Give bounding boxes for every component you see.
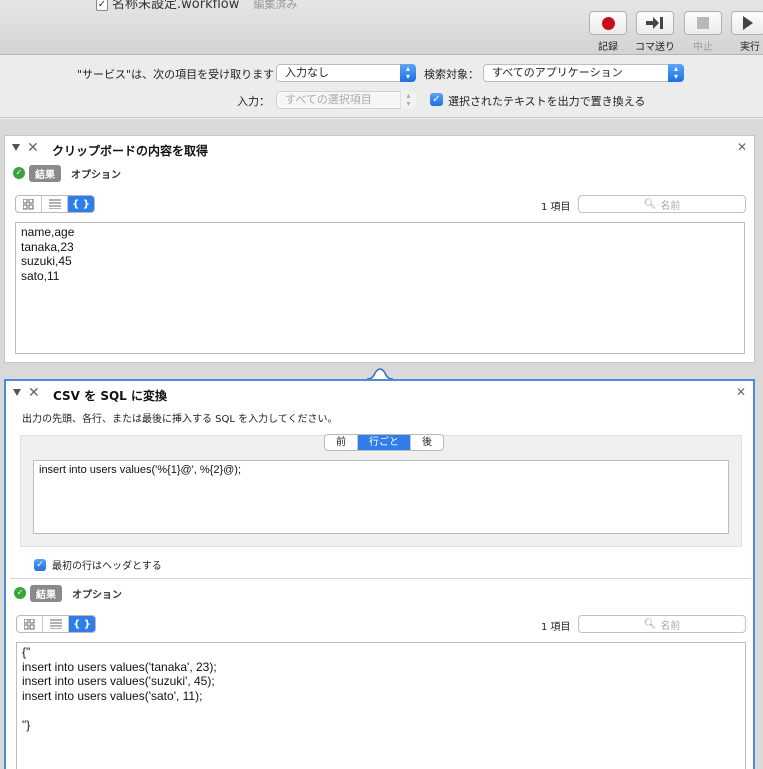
record-icon [601, 16, 615, 30]
replace-checkbox[interactable]: ✓ [430, 93, 443, 106]
target-popup[interactable]: すべてのアプリケーション ▴ ▾ [483, 64, 684, 82]
output-line: name,age [21, 225, 75, 239]
receives-label: "サービス"は、次の項目を受け取ります： [77, 68, 286, 81]
list-icon[interactable] [42, 196, 68, 212]
item-count: 1 項目 [541, 202, 571, 213]
output-line: insert into users values('tanaka', 23); [22, 659, 217, 674]
close-icon[interactable]: ✕ [736, 385, 746, 399]
action-get-clipboard[interactable]: ✕ クリップボードの内容を取得 ✕ ✓ 結果 オプション { } 1 項目 🔍︎… [4, 135, 755, 363]
stop-button[interactable] [684, 11, 722, 35]
popup-arrows-icon: ▴ ▾ [668, 64, 684, 82]
grid-icon[interactable] [17, 616, 43, 632]
segment-0[interactable]: 前 [325, 435, 358, 450]
result-tab[interactable]: 結果 [30, 584, 62, 602]
header-checkbox-label: 最初の行はヘッダとする [52, 561, 162, 572]
check-circle-icon: ✓ [13, 167, 25, 179]
tools-icon: ✕ [28, 385, 40, 401]
output-line: tanaka,23 [21, 239, 74, 254]
workflow-area: ✕ クリップボードの内容を取得 ✕ ✓ 結果 オプション { } 1 項目 🔍︎… [0, 119, 763, 769]
popup-arrows-icon: ▴ ▾ [400, 91, 416, 109]
code-icon[interactable]: { } [69, 616, 95, 632]
action-header: ✕ クリップボードの内容を取得 ✕ [5, 136, 754, 162]
run-button[interactable] [731, 11, 763, 35]
input-popup[interactable]: すべての選択項目 ▴ ▾ [276, 91, 416, 109]
search-icon: 🔍︎ [643, 618, 657, 630]
document-title: ✓ 名称未設定.workflow 編集済み [96, 0, 298, 12]
record-button[interactable] [589, 11, 627, 35]
popup-arrows-icon: ▴ ▾ [400, 64, 416, 82]
document-icon: ✓ [96, 0, 108, 11]
receives-popup[interactable]: 入力なし ▴ ▾ [276, 64, 416, 82]
check-circle-icon: ✓ [14, 587, 26, 599]
output-text[interactable]: {" insert into users values('tanaka', 23)… [16, 642, 746, 769]
output-line: suzuki,45 [21, 254, 72, 268]
sql-template-field[interactable]: insert into users values('%{1}@', %{2}@)… [33, 460, 729, 534]
disclosure-triangle-icon[interactable] [12, 144, 20, 151]
search-field[interactable]: 🔍︎ 名前 [578, 615, 746, 633]
action-csv-to-sql[interactable]: ✕ CSV を SQL に変換 ✕ 出力の先頭、各行、または最後に挿入する SQ… [4, 379, 755, 769]
code-icon[interactable]: { } [68, 196, 94, 212]
item-count: 1 項目 [541, 622, 571, 633]
service-settings: "サービス"は、次の項目を受け取ります： 入力なし ▴ ▾ 検索対象： すべてのア… [0, 56, 763, 118]
tools-icon: ✕ [27, 140, 39, 156]
segment-1[interactable]: 行ごと [358, 435, 411, 450]
option-tab[interactable]: オプション [72, 586, 122, 601]
result-option-tabs: ✓ 結果 オプション [13, 164, 121, 182]
view-mode-segmented: { } [15, 195, 95, 213]
close-icon[interactable]: ✕ [737, 140, 747, 154]
play-icon [743, 16, 753, 30]
output-line: {" [22, 645, 31, 659]
toolbar: ✓ 名称未設定.workflow 編集済み 記録 コマ送り 中止 実行 [0, 0, 763, 55]
output-line: sato,11 [21, 268, 60, 283]
action-header: ✕ CSV を SQL に変換 ✕ [6, 381, 753, 407]
grid-icon[interactable] [16, 196, 42, 212]
output-line: insert into users values('sato', 11); [22, 688, 203, 703]
divider [10, 578, 751, 579]
header-checkbox[interactable]: ✓ [34, 558, 46, 571]
step-icon [646, 17, 663, 29]
disclosure-triangle-icon[interactable] [13, 389, 21, 396]
search-field[interactable]: 🔍︎ 名前 [578, 195, 746, 213]
action-description: 出力の先頭、各行、または最後に挿入する SQL を入力してください。 [22, 414, 338, 425]
run-label: 実行 [740, 42, 760, 53]
search-icon: 🔍︎ [643, 198, 657, 210]
list-icon[interactable] [43, 616, 69, 632]
edited-status: 編集済み [253, 0, 298, 11]
output-line: insert into users values('suzuki', 45); [22, 674, 215, 688]
view-mode-segmented: { } [16, 615, 96, 633]
target-label: 検索対象： [424, 68, 479, 81]
stop-icon [697, 17, 709, 29]
step-button[interactable] [636, 11, 674, 35]
output-line: "} [22, 717, 31, 732]
header-option: ✓ 最初の行はヘッダとする [34, 557, 162, 572]
result-option-tabs: ✓ 結果 オプション [14, 584, 122, 602]
input-label: 入力： [237, 95, 270, 108]
output-text[interactable]: name,age tanaka,23 suzuki,45 sato,11 [15, 222, 745, 354]
replace-label: 選択されたテキストを出力で置き換える [448, 95, 646, 108]
result-tab[interactable]: 結果 [29, 164, 61, 182]
action-title: クリップボードの内容を取得 [52, 144, 209, 158]
option-tab[interactable]: オプション [71, 166, 121, 181]
segment-2[interactable]: 後 [411, 435, 443, 450]
sql-position-segmented: 前行ごと後 [324, 434, 444, 451]
action-title: CSV を SQL に変換 [53, 389, 167, 403]
